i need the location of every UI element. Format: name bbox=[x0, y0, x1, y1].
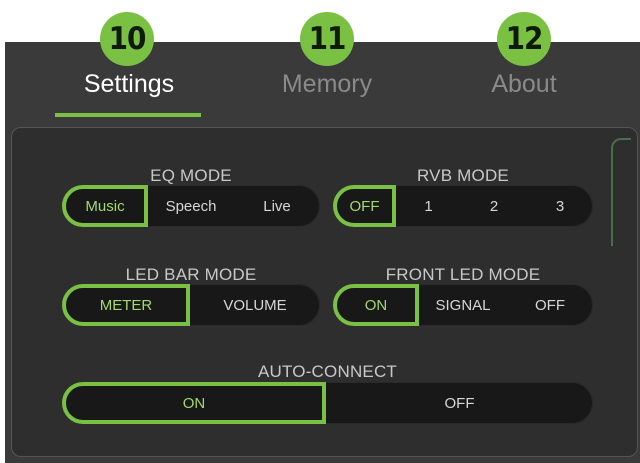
front-led-mode-option-signal[interactable]: SIGNAL bbox=[419, 284, 507, 326]
auto-connect-selector: ON OFF bbox=[62, 382, 593, 424]
led-bar-mode-option-meter[interactable]: METER bbox=[62, 284, 190, 326]
eq-mode-selector: Music Speech Live bbox=[62, 185, 320, 227]
led-bar-mode-label: LED BAR MODE bbox=[125, 265, 257, 284]
eq-mode-option-live[interactable]: Live bbox=[234, 185, 320, 227]
led-bar-mode-selector: METER VOLUME bbox=[62, 284, 320, 326]
eq-mode-label: EQ MODE bbox=[150, 166, 232, 185]
rvb-mode-selector: OFF 1 2 3 bbox=[333, 185, 593, 227]
auto-connect-option-on[interactable]: ON bbox=[62, 382, 326, 424]
front-led-mode-label: FRONT LED MODE bbox=[385, 265, 541, 284]
front-led-mode-selector: ON SIGNAL OFF bbox=[333, 284, 593, 326]
front-led-mode-option-off[interactable]: OFF bbox=[507, 284, 593, 326]
rvb-mode-option-off[interactable]: OFF bbox=[333, 185, 396, 227]
auto-connect-option-off[interactable]: OFF bbox=[326, 382, 593, 424]
tab-memory[interactable]: Memory bbox=[247, 70, 407, 99]
callout-badge-about: 12 bbox=[497, 12, 551, 66]
rvb-mode-option-1[interactable]: 1 bbox=[396, 185, 461, 227]
led-bar-mode-option-volume[interactable]: VOLUME bbox=[190, 284, 320, 326]
callout-badge-memory: 11 bbox=[300, 12, 354, 66]
tab-settings[interactable]: Settings bbox=[49, 70, 209, 99]
eq-mode-option-speech[interactable]: Speech bbox=[148, 185, 234, 227]
auto-connect-label: AUTO-CONNECT bbox=[257, 362, 398, 381]
front-led-mode-option-on[interactable]: ON bbox=[333, 284, 419, 326]
rvb-mode-option-2[interactable]: 2 bbox=[461, 185, 527, 227]
callout-badge-settings: 10 bbox=[100, 12, 154, 66]
tab-about[interactable]: About bbox=[444, 70, 604, 99]
panel-edge-decoration bbox=[611, 138, 631, 246]
eq-mode-option-music[interactable]: Music bbox=[62, 185, 148, 227]
active-tab-indicator bbox=[55, 113, 201, 117]
rvb-mode-option-3[interactable]: 3 bbox=[527, 185, 593, 227]
rvb-mode-label: RVB MODE bbox=[417, 166, 509, 185]
